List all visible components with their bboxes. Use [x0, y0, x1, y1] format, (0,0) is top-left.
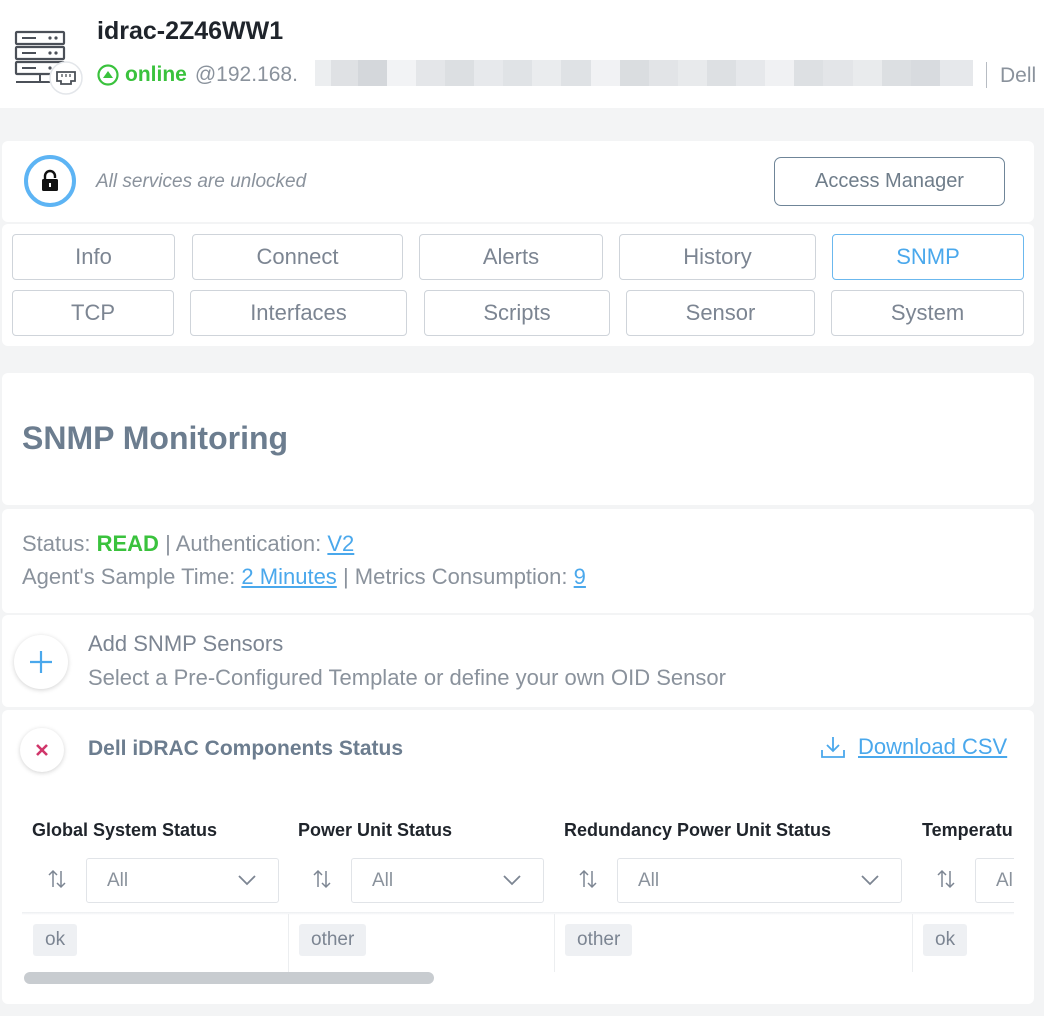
column-header-power-unit-status[interactable]: Power Unit Status	[298, 820, 452, 841]
download-csv-link[interactable]: Download CSV	[820, 734, 1007, 760]
tab-system[interactable]: System	[831, 290, 1024, 336]
device-header: idrac-2Z46WW1 online @192.168. Dell	[0, 0, 1044, 108]
status-line-1: Status: READ | Authentication: V2	[22, 531, 354, 557]
sort-icon[interactable]	[577, 868, 599, 890]
sort-icon[interactable]	[46, 868, 68, 890]
device-status: online @192.168.	[97, 58, 298, 92]
authentication-link[interactable]: V2	[327, 531, 354, 556]
column-header-temperature[interactable]: Temperatu	[922, 820, 1013, 841]
sort-icon[interactable]	[311, 868, 333, 890]
filter-value: All	[638, 870, 660, 891]
components-grid[interactable]: Global System Status Power Unit Status R…	[22, 808, 1014, 974]
remove-sensor-button[interactable]	[20, 728, 64, 772]
tab-snmp[interactable]: SNMP	[832, 234, 1024, 280]
close-x-icon	[36, 744, 48, 756]
column-divider	[554, 914, 555, 972]
unlocked-padlock-icon	[42, 169, 58, 191]
column-divider	[912, 914, 913, 972]
vendor-separator	[986, 62, 987, 88]
add-sensors-subtitle: Select a Pre-Configured Template or defi…	[88, 665, 726, 690]
column-header-redundancy-power-unit-status[interactable]: Redundancy Power Unit Status	[564, 820, 831, 841]
filter-value: All	[107, 870, 129, 891]
tab-connect[interactable]: Connect	[192, 234, 403, 280]
filter-power-unit-status[interactable]: All	[351, 858, 544, 903]
filter-temperature[interactable]: Al	[975, 858, 1014, 903]
add-sensors-title: Add SNMP Sensors	[88, 631, 284, 656]
status-line-2: Agent's Sample Time: 2 Minutes | Metrics…	[22, 564, 586, 590]
authentication-label: Authentication:	[175, 531, 322, 556]
redacted-ip-blur	[315, 60, 973, 86]
table-title: Dell iDRAC Components Status	[88, 737, 404, 760]
components-status-card: Dell iDRAC Components Status Download CS…	[2, 710, 1034, 1004]
tab-tcp[interactable]: TCP	[12, 290, 174, 336]
online-up-arrow-icon	[97, 64, 119, 86]
tab-info[interactable]: Info	[12, 234, 175, 280]
filter-value: All	[372, 870, 394, 891]
plus-icon	[30, 651, 52, 673]
filter-redundancy-power-unit-status[interactable]: All	[617, 858, 902, 903]
separator: |	[165, 531, 171, 556]
tab-sensor[interactable]: Sensor	[626, 290, 815, 336]
column-header-global-system-status[interactable]: Global System Status	[32, 820, 217, 841]
cell-global-system-status: ok	[33, 924, 78, 956]
column-divider	[288, 914, 289, 972]
tab-history[interactable]: History	[619, 234, 816, 280]
status-value: READ	[96, 531, 159, 556]
add-sensor-button[interactable]	[14, 635, 68, 689]
status-label: Status:	[22, 531, 91, 556]
add-snmp-sensors-card[interactable]: Add SNMP Sensors Select a Pre-Configured…	[2, 615, 1034, 707]
chevron-down-icon	[238, 875, 256, 886]
horizontal-scrollbar[interactable]	[24, 972, 434, 984]
lock-status-circle[interactable]	[24, 155, 76, 207]
download-icon	[821, 737, 845, 758]
vendor-name: Dell	[1000, 64, 1037, 87]
online-status-label: online	[125, 63, 187, 86]
filter-global-system-status[interactable]: All	[86, 858, 279, 903]
access-manager-button[interactable]: Access Manager	[774, 157, 1005, 206]
snmp-status-card: Status: READ | Authentication: V2 Agent'…	[2, 509, 1034, 613]
cell-redundancy-power-unit-status: other	[565, 924, 633, 956]
tab-scripts[interactable]: Scripts	[424, 290, 610, 336]
header-divider	[22, 912, 1014, 915]
filter-value: Al	[996, 870, 1013, 891]
tab-interfaces[interactable]: Interfaces	[190, 290, 407, 336]
sort-icon[interactable]	[935, 868, 957, 890]
server-rack-icon	[14, 30, 83, 95]
page-title: SNMP Monitoring	[22, 420, 289, 456]
separator: |	[342, 564, 349, 589]
ip-address: @192.168.	[194, 63, 298, 86]
services-lock-card: All services are unlocked Access Manager	[2, 141, 1034, 222]
lock-status-text: All services are unlocked	[96, 171, 307, 192]
cell-temperature: ok	[923, 924, 968, 956]
metrics-consumption-label: Metrics Consumption:	[354, 564, 568, 589]
chevron-down-icon	[861, 875, 879, 886]
tabs-bar: Info Connect Alerts History SNMP TCP Int…	[2, 224, 1034, 346]
page-title-card: SNMP Monitoring	[2, 373, 1034, 505]
sample-time-link[interactable]: 2 Minutes	[241, 564, 336, 589]
chevron-down-icon	[503, 875, 521, 886]
download-csv-label[interactable]: Download CSV	[858, 734, 1007, 760]
cell-power-unit-status: other	[299, 924, 367, 956]
device-name: idrac-2Z46WW1	[97, 17, 284, 45]
metrics-consumption-link[interactable]: 9	[574, 564, 586, 589]
tab-alerts[interactable]: Alerts	[419, 234, 603, 280]
sample-time-label: Agent's Sample Time:	[22, 564, 236, 589]
